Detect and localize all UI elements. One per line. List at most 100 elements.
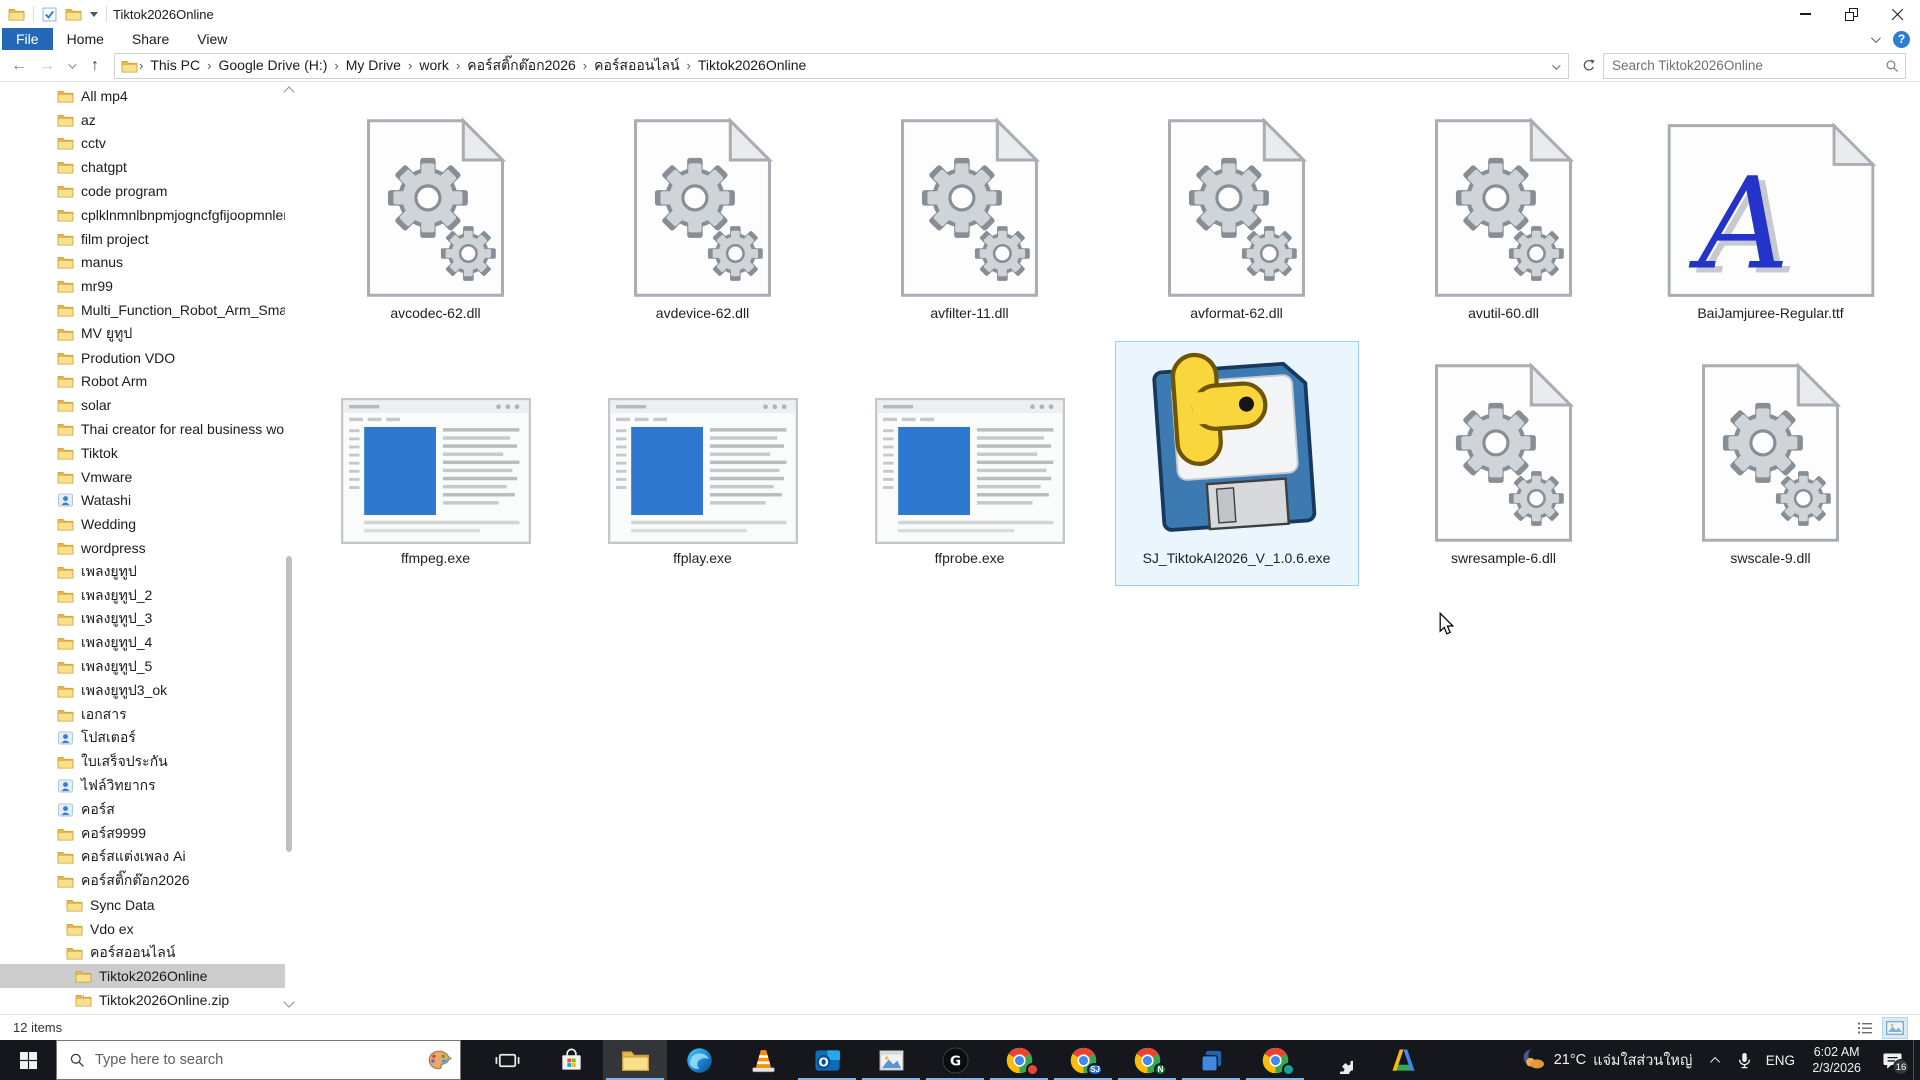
details-view-button[interactable] xyxy=(1852,1017,1878,1039)
breadcrumb-item[interactable]: This PC xyxy=(144,55,206,75)
new-folder-button[interactable] xyxy=(65,7,82,21)
tab-view[interactable]: View xyxy=(183,28,241,50)
help-button[interactable]: ? xyxy=(1893,31,1910,48)
sidebar-item[interactable]: คอร์ส xyxy=(0,798,285,822)
breadcrumb-item[interactable]: คอร์สออนไลน์ xyxy=(588,55,685,75)
sidebar-item[interactable]: คอร์สติ๊กต๊อก2026 xyxy=(0,869,285,893)
large-icons-view-button[interactable] xyxy=(1882,1017,1908,1039)
sidebar-item[interactable]: All mp4 xyxy=(0,84,285,108)
sidebar-item[interactable]: เพลงยูทูป3_ok xyxy=(0,679,285,703)
up-button[interactable]: ↑ xyxy=(82,53,108,79)
back-button[interactable]: ← xyxy=(6,53,32,79)
explorer-search-box[interactable] xyxy=(1603,53,1906,79)
taskbar-edge-button[interactable] xyxy=(667,1040,731,1080)
sidebar-item[interactable]: เพลงยูทูป xyxy=(0,560,285,584)
sidebar-scrollbar[interactable] xyxy=(282,82,296,1014)
sidebar-item[interactable]: Tiktok xyxy=(0,441,285,465)
sidebar-item[interactable]: เพลงยูทูป_5 xyxy=(0,655,285,679)
file-tile[interactable]: avfilter-11.dll xyxy=(848,96,1092,341)
sidebar-item[interactable]: เพลงยูทูป_2 xyxy=(0,584,285,608)
address-dropdown-chevron-icon[interactable] xyxy=(1546,57,1564,75)
breadcrumb-item[interactable]: My Drive xyxy=(340,55,407,75)
close-button[interactable] xyxy=(1874,0,1920,28)
customize-toolbar-chevron-icon[interactable] xyxy=(90,12,98,17)
sidebar-item[interactable]: manus xyxy=(0,251,285,275)
forward-button[interactable]: → xyxy=(34,53,60,79)
breadcrumb-item[interactable]: work xyxy=(413,55,455,75)
file-tile[interactable]: avformat-62.dll xyxy=(1115,96,1359,341)
taskbar-task-view-button[interactable] xyxy=(475,1040,539,1080)
sidebar-item[interactable]: az xyxy=(0,108,285,132)
hidden-icons-button[interactable] xyxy=(1702,1040,1730,1080)
sidebar-item[interactable]: film project xyxy=(0,227,285,251)
sidebar-item[interactable]: Prodution VDO xyxy=(0,346,285,370)
clock[interactable]: 6:02 AM 2/3/2026 xyxy=(1802,1040,1871,1080)
taskbar-chrome-red-button[interactable] xyxy=(987,1040,1051,1080)
microphone-tray-button[interactable] xyxy=(1730,1040,1758,1080)
file-tile[interactable]: avutil-60.dll xyxy=(1382,96,1626,341)
sidebar-item[interactable]: cctv xyxy=(0,132,285,156)
sidebar-item[interactable]: solar xyxy=(0,393,285,417)
show-desktop-button[interactable] xyxy=(1913,1040,1920,1080)
sidebar-item[interactable]: Thai creator for real business workshop xyxy=(0,417,285,441)
sidebar-item[interactable]: Tiktok2026Online xyxy=(0,964,285,988)
file-tile[interactable]: ffprobe.exe xyxy=(848,341,1092,586)
breadcrumb-item[interactable]: คอร์สติ๊กต๊อก2026 xyxy=(461,55,582,75)
taskbar-photos-button[interactable] xyxy=(859,1040,923,1080)
sidebar-item[interactable]: คอร์สแต่งเพลง Ai xyxy=(0,846,285,870)
action-center-button[interactable]: 16 xyxy=(1871,1040,1913,1080)
scroll-down-icon[interactable] xyxy=(283,996,294,1007)
sidebar-item[interactable]: ใบเสร็จประกัน xyxy=(0,750,285,774)
tab-file[interactable]: File xyxy=(2,28,53,50)
minimize-button[interactable] xyxy=(1782,0,1828,28)
sidebar-item[interactable]: Vdo ex xyxy=(0,917,285,941)
explorer-search-input[interactable] xyxy=(1612,58,1885,73)
tab-home[interactable]: Home xyxy=(53,28,118,50)
sidebar-item[interactable]: ไฟล์วิทยากร xyxy=(0,774,285,798)
start-button[interactable] xyxy=(0,1040,56,1080)
taskbar-chrome-teal-button[interactable] xyxy=(1243,1040,1307,1080)
scroll-up-icon[interactable] xyxy=(283,86,294,97)
taskbar-store-button[interactable] xyxy=(539,1040,603,1080)
sidebar-item[interactable]: Sync Data xyxy=(0,893,285,917)
taskbar-chrome-n-button[interactable]: N xyxy=(1115,1040,1179,1080)
language-indicator[interactable]: ENG xyxy=(1758,1040,1802,1080)
sidebar-item[interactable]: wordpress xyxy=(0,536,285,560)
sidebar-item[interactable]: โปสเตอร์ xyxy=(0,727,285,751)
sidebar-item[interactable]: cplklnmnlbnpmjogncfgfijoopmnlemp xyxy=(0,203,285,227)
taskbar-explorer-button[interactable] xyxy=(603,1040,667,1080)
tab-share[interactable]: Share xyxy=(118,28,183,50)
weather-widget[interactable]: 21°C แจ่มใสส่วนใหญ่ xyxy=(1511,1040,1703,1080)
taskbar-search-input[interactable] xyxy=(95,1052,416,1068)
file-tile[interactable]: ffplay.exe xyxy=(581,341,825,586)
taskbar-sets-button[interactable] xyxy=(1179,1040,1243,1080)
breadcrumb-item[interactable]: Google Drive (H:) xyxy=(212,55,333,75)
sidebar-item[interactable]: chatgpt xyxy=(0,155,285,179)
sidebar-item[interactable]: Vmware xyxy=(0,465,285,489)
taskbar-chrome-sj-button[interactable]: SJ xyxy=(1051,1040,1115,1080)
file-tile[interactable]: swscale-9.dll xyxy=(1649,341,1893,586)
sidebar-item[interactable]: เพลงยูทูป_4 xyxy=(0,631,285,655)
sidebar-item[interactable]: เอกสาร xyxy=(0,703,285,727)
address-bar[interactable]: ›This PC›Google Drive (H:)›My Drive›work… xyxy=(114,53,1569,79)
taskbar-outlook-button[interactable] xyxy=(795,1040,859,1080)
taskbar-vlc-button[interactable] xyxy=(731,1040,795,1080)
sidebar-item[interactable]: เพลงยูทูป_3 xyxy=(0,608,285,632)
file-tile[interactable]: avdevice-62.dll xyxy=(581,96,825,341)
file-tile[interactable]: BaiJamjuree-Regular.ttf xyxy=(1649,96,1893,341)
sidebar-item[interactable]: Multi_Function_Robot_Arm_Smart_Car xyxy=(0,298,285,322)
taskbar-search-box[interactable] xyxy=(56,1040,461,1080)
properties-check-button[interactable] xyxy=(42,7,57,22)
taskbar-settings-button[interactable] xyxy=(1307,1040,1371,1080)
sidebar-item[interactable]: Watashi xyxy=(0,489,285,513)
scrollbar-thumb[interactable] xyxy=(286,556,292,852)
taskbar-drive-button[interactable] xyxy=(1371,1040,1435,1080)
file-list-pane[interactable]: avcodec-62.dllavdevice-62.dllavfilter-11… xyxy=(296,82,1920,1014)
sidebar-item[interactable]: Robot Arm xyxy=(0,370,285,394)
sidebar-item[interactable]: คอร์สออนไลน์ xyxy=(0,941,285,965)
restore-button[interactable] xyxy=(1828,0,1874,28)
sidebar-item[interactable]: คอร์ส9999 xyxy=(0,822,285,846)
breadcrumb-item[interactable]: Tiktok2026Online xyxy=(692,55,812,75)
file-tile[interactable]: avcodec-62.dll xyxy=(314,96,558,341)
sidebar-item[interactable]: Tiktok2026Online.zip xyxy=(0,988,285,1012)
